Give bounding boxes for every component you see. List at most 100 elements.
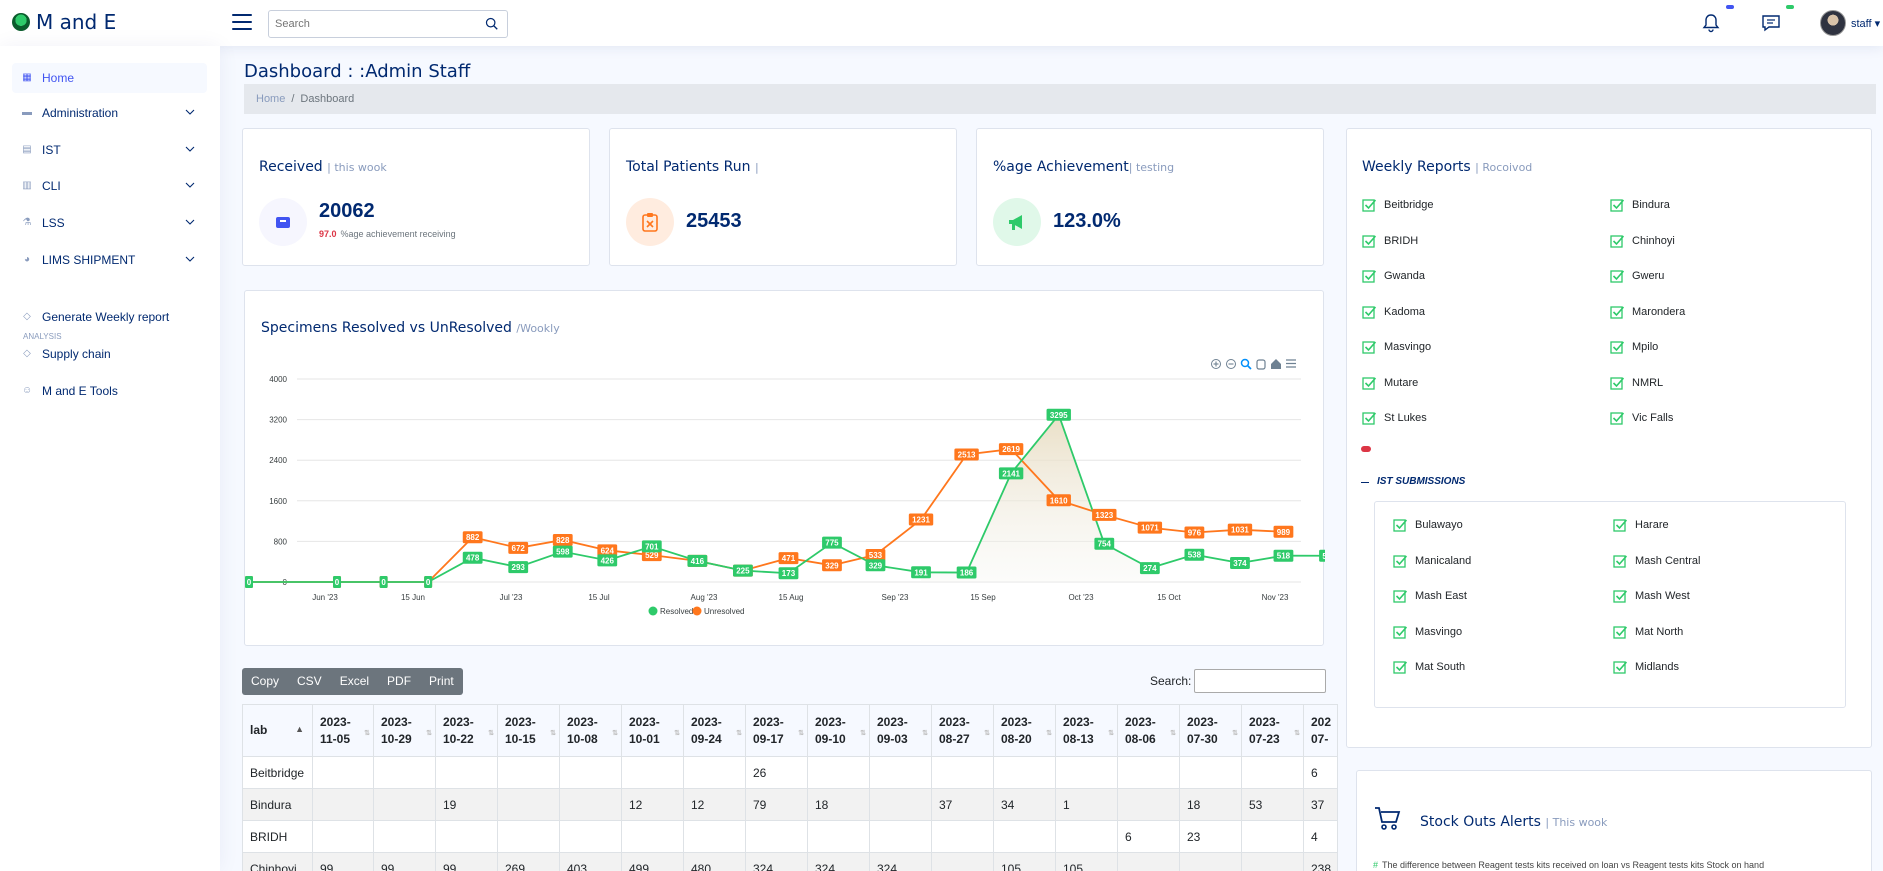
- zoom-in-icon[interactable]: [1211, 359, 1221, 369]
- sort-icon[interactable]: ⇅: [860, 725, 866, 742]
- checkbox-checked-icon[interactable]: [1613, 660, 1627, 674]
- table-search-input[interactable]: [1194, 669, 1326, 693]
- excel-button[interactable]: Excel: [331, 668, 378, 695]
- checkbox-checked-icon[interactable]: [1362, 269, 1376, 283]
- checklist-item[interactable]: Gweru: [1610, 269, 1664, 283]
- checklist-item[interactable]: Marondera: [1610, 305, 1685, 319]
- checkbox-checked-icon[interactable]: [1393, 589, 1407, 603]
- bell-icon[interactable]: [1700, 12, 1722, 34]
- sort-icon[interactable]: ⇅: [1294, 725, 1300, 742]
- checklist-item[interactable]: Mash Central: [1613, 554, 1700, 568]
- checkbox-checked-icon[interactable]: [1362, 340, 1376, 354]
- checklist-item[interactable]: Chinhoyi: [1610, 234, 1675, 248]
- sort-icon[interactable]: ⇅: [488, 725, 494, 742]
- checkbox-checked-icon[interactable]: [1393, 625, 1407, 639]
- checklist-item[interactable]: Midlands: [1613, 660, 1679, 674]
- checklist-item[interactable]: Mash East: [1393, 589, 1467, 603]
- checkbox-checked-icon[interactable]: [1613, 554, 1627, 568]
- checkbox-checked-icon[interactable]: [1610, 340, 1624, 354]
- sort-icon[interactable]: ⇅: [798, 725, 804, 742]
- sidebar-item-lss[interactable]: ⚗ LSS: [12, 208, 207, 238]
- user-menu[interactable]: staff ▾: [1851, 17, 1880, 30]
- column-header[interactable]: 2023-08-20 ⇅: [993, 704, 1056, 757]
- menu-toggle-icon[interactable]: [232, 14, 252, 32]
- checkbox-checked-icon[interactable]: [1362, 376, 1376, 390]
- pdf-button[interactable]: PDF: [378, 668, 420, 695]
- column-header[interactable]: 2023-09-10 ⇅: [807, 704, 870, 757]
- sort-icon[interactable]: ⇅: [1108, 725, 1114, 742]
- column-header[interactable]: 202 07-: [1303, 704, 1338, 757]
- search-icon[interactable]: [485, 17, 499, 31]
- checklist-item[interactable]: Masvingo: [1362, 340, 1431, 354]
- column-header[interactable]: 2023-10-01 ⇅: [621, 704, 684, 757]
- sort-icon[interactable]: ⇅: [1232, 725, 1238, 742]
- checkbox-checked-icon[interactable]: [1613, 518, 1627, 532]
- checkbox-checked-icon[interactable]: [1613, 625, 1627, 639]
- checklist-item[interactable]: Masvingo: [1393, 625, 1462, 639]
- checklist-item[interactable]: BRIDH: [1362, 234, 1418, 248]
- print-button[interactable]: Print: [420, 668, 463, 695]
- column-header[interactable]: 2023-10-15 ⇅: [497, 704, 560, 757]
- checkbox-checked-icon[interactable]: [1610, 198, 1624, 212]
- checklist-item[interactable]: Vic Falls: [1610, 411, 1673, 425]
- checklist-item[interactable]: Harare: [1613, 518, 1669, 532]
- magnify-icon[interactable]: [1240, 358, 1252, 370]
- checklist-item[interactable]: Mat South: [1393, 660, 1465, 674]
- home-icon[interactable]: [1271, 359, 1281, 369]
- copy-button[interactable]: Copy: [242, 668, 288, 695]
- sort-icon[interactable]: ⇅: [550, 725, 556, 742]
- checklist-item[interactable]: NMRL: [1610, 376, 1663, 390]
- column-header[interactable]: 2023-09-17 ⇅: [745, 704, 808, 757]
- column-header[interactable]: 2023-08-27 ⇅: [931, 704, 994, 757]
- sidebar-item-cli[interactable]: ▥ CLI: [12, 171, 207, 201]
- checklist-item[interactable]: Mat North: [1613, 625, 1683, 639]
- checkbox-checked-icon[interactable]: [1613, 589, 1627, 603]
- sort-icon[interactable]: ⇅: [922, 725, 928, 742]
- sidebar-item-home[interactable]: ▦ Home: [12, 63, 207, 93]
- checklist-item[interactable]: Kadoma: [1362, 305, 1425, 319]
- column-header[interactable]: 2023-10-29 ⇅: [373, 704, 436, 757]
- checklist-item[interactable]: Mutare: [1362, 376, 1418, 390]
- checkbox-checked-icon[interactable]: [1393, 518, 1407, 532]
- checkbox-checked-icon[interactable]: [1610, 376, 1624, 390]
- search-input[interactable]: [269, 11, 469, 37]
- app-logo[interactable]: M and E: [12, 10, 116, 34]
- checkbox-checked-icon[interactable]: [1610, 305, 1624, 319]
- sort-icon[interactable]: ⇅: [612, 725, 618, 742]
- sidebar-item-m-and-e-tools[interactable]: ☺ M and E Tools: [12, 376, 207, 406]
- sidebar-item-generate-weekly-report[interactable]: ◇ Generate Weekly report: [12, 302, 207, 332]
- column-header[interactable]: 2023-09-03 ⇅: [869, 704, 932, 757]
- checklist-item[interactable]: Mpilo: [1610, 340, 1658, 354]
- sort-icon[interactable]: ⇅: [984, 725, 990, 742]
- sidebar-item-supply-chain[interactable]: ◇ Supply chain: [12, 339, 207, 369]
- checklist-item[interactable]: Bulawayo: [1393, 518, 1463, 532]
- column-header[interactable]: 2023-10-22 ⇅: [435, 704, 498, 757]
- csv-button[interactable]: CSV: [288, 668, 331, 695]
- checkbox-checked-icon[interactable]: [1610, 411, 1624, 425]
- sort-icon[interactable]: ⇅: [674, 725, 680, 742]
- checklist-item[interactable]: St Lukes: [1362, 411, 1427, 425]
- column-header[interactable]: 2023-08-06 ⇅: [1117, 704, 1180, 757]
- avatar[interactable]: [1820, 10, 1846, 36]
- checklist-item[interactable]: Bindura: [1610, 198, 1670, 212]
- checklist-item[interactable]: Manicaland: [1393, 554, 1471, 568]
- checkbox-checked-icon[interactable]: [1362, 305, 1376, 319]
- checklist-item[interactable]: Mash West: [1613, 589, 1690, 603]
- column-header[interactable]: 2023-07-23 ⇅: [1241, 704, 1304, 757]
- sidebar-item-ist[interactable]: ▤ IST: [12, 135, 207, 165]
- chat-icon[interactable]: [1760, 12, 1782, 34]
- breadcrumb-home[interactable]: Home: [256, 93, 285, 105]
- pan-icon[interactable]: [1256, 359, 1266, 370]
- column-header[interactable]: 2023-11-05 ⇅: [312, 704, 374, 757]
- column-header[interactable]: 2023-08-13 ⇅: [1055, 704, 1118, 757]
- checkbox-checked-icon[interactable]: [1362, 234, 1376, 248]
- sidebar-item-administration[interactable]: ▬ Administration: [12, 98, 207, 128]
- sort-icon[interactable]: ⇅: [736, 725, 742, 742]
- sort-icon[interactable]: ⇅: [426, 725, 432, 742]
- sort-asc-icon[interactable]: ▲: [295, 721, 304, 738]
- checkbox-checked-icon[interactable]: [1610, 234, 1624, 248]
- menu-icon[interactable]: [1286, 359, 1296, 368]
- checkbox-checked-icon[interactable]: [1393, 660, 1407, 674]
- zoom-out-icon[interactable]: [1226, 359, 1236, 369]
- sort-icon[interactable]: ⇅: [1046, 725, 1052, 742]
